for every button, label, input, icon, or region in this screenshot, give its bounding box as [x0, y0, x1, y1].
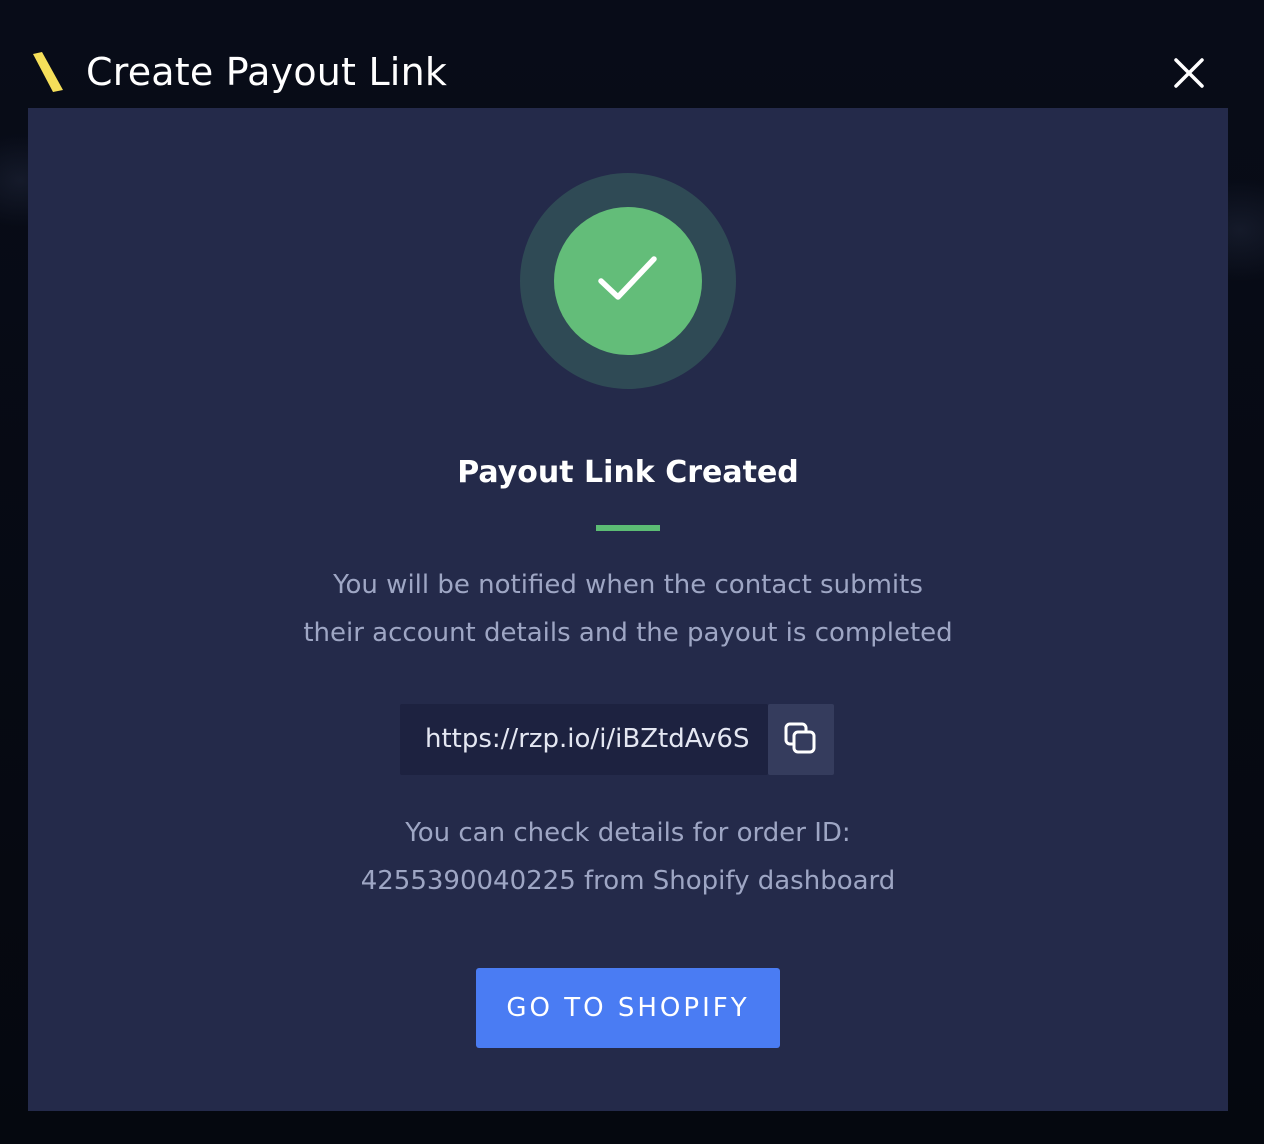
success-title: Payout Link Created — [457, 455, 799, 490]
success-badge — [520, 173, 736, 389]
copy-icon — [784, 722, 816, 754]
copy-link-button[interactable] — [768, 704, 834, 775]
title-underline-divider — [596, 525, 660, 531]
modal-title: Create Payout Link — [86, 50, 448, 94]
close-button[interactable] — [1166, 50, 1212, 96]
success-description: You will be notified when the contact su… — [28, 561, 1228, 657]
close-icon — [1174, 58, 1204, 88]
order-info: You can check details for order ID: 4255… — [28, 809, 1228, 905]
modal-header: Create Payout Link — [0, 0, 1264, 108]
go-to-shopify-button[interactable]: GO TO SHOPIFY — [476, 968, 780, 1048]
payout-link-url[interactable]: https://rzp.io/i/iBZtdAv6S — [425, 704, 749, 775]
description-line-1: You will be notified when the contact su… — [333, 570, 923, 600]
success-circle — [554, 207, 702, 355]
razorpay-logo-icon — [33, 52, 63, 92]
order-info-line-1: You can check details for order ID: — [405, 818, 851, 848]
order-info-line-2: 4255390040225 from Shopify dashboard — [360, 866, 896, 896]
modal-body: Payout Link Created You will be notified… — [28, 108, 1228, 1111]
payout-link-field[interactable]: https://rzp.io/i/iBZtdAv6S — [400, 704, 768, 775]
checkmark-icon — [598, 256, 657, 300]
description-line-2: their account details and the payout is … — [303, 618, 953, 648]
